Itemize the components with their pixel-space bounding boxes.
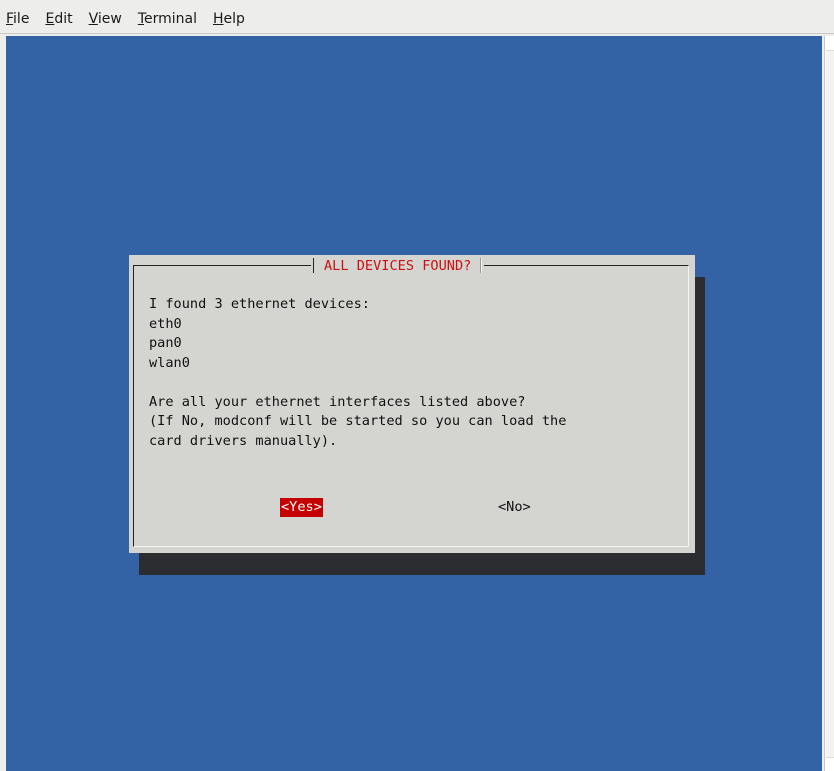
terminal-scrollbar[interactable]	[824, 36, 834, 771]
menubar-divider	[0, 33, 834, 34]
menu-edit[interactable]: Edit	[39, 9, 80, 29]
menu-edit-label: dit	[54, 11, 73, 27]
menu-view-mnemonic: V	[88, 11, 98, 27]
message-line: card drivers manually).	[149, 432, 338, 449]
scrollbar-trough[interactable]	[826, 50, 834, 758]
device-eth0: eth0	[149, 315, 182, 332]
dialog-buttons	[129, 533, 695, 553]
menu-view-label: iew	[97, 11, 122, 27]
menubar: File Edit View Terminal Help	[0, 6, 834, 32]
device-pan0: pan0	[149, 335, 182, 351]
dialog-title: ALL DEVICES FOUND?	[324, 257, 472, 274]
message-line: I found 3 ethernet devices:	[149, 296, 370, 312]
menu-help-mnemonic: H	[213, 11, 224, 27]
no-button[interactable]: <No>	[497, 498, 532, 517]
terminal-area[interactable]: ALL DEVICES FOUND? I found 3 ethernet de…	[6, 36, 822, 771]
message-line: (If No, modconf will be started so you c…	[149, 413, 567, 429]
dialog-title-bar: ALL DEVICES FOUND?	[311, 256, 485, 275]
message-line: Are all your ethernet interfaces listed …	[149, 393, 526, 410]
menu-help-label: elp	[223, 11, 245, 27]
menu-help[interactable]: Help	[207, 9, 253, 29]
menu-edit-mnemonic: E	[45, 11, 55, 27]
dialog-message: I found 3 ethernet devices: eth0 pan0 wl…	[149, 295, 669, 451]
menu-terminal[interactable]: Terminal	[132, 9, 205, 29]
title-right-tick	[481, 258, 483, 273]
menu-file[interactable]: File	[0, 9, 37, 29]
device-wlan0: wlan0	[149, 354, 190, 371]
dialog-box: ALL DEVICES FOUND? I found 3 ethernet de…	[129, 255, 695, 553]
menu-file-mnemonic: F	[6, 11, 14, 27]
menu-view[interactable]: View	[83, 9, 130, 29]
menu-terminal-label: erminal	[144, 11, 197, 27]
menu-file-label: ile	[13, 11, 30, 27]
yes-button[interactable]: <Yes>	[280, 498, 323, 517]
